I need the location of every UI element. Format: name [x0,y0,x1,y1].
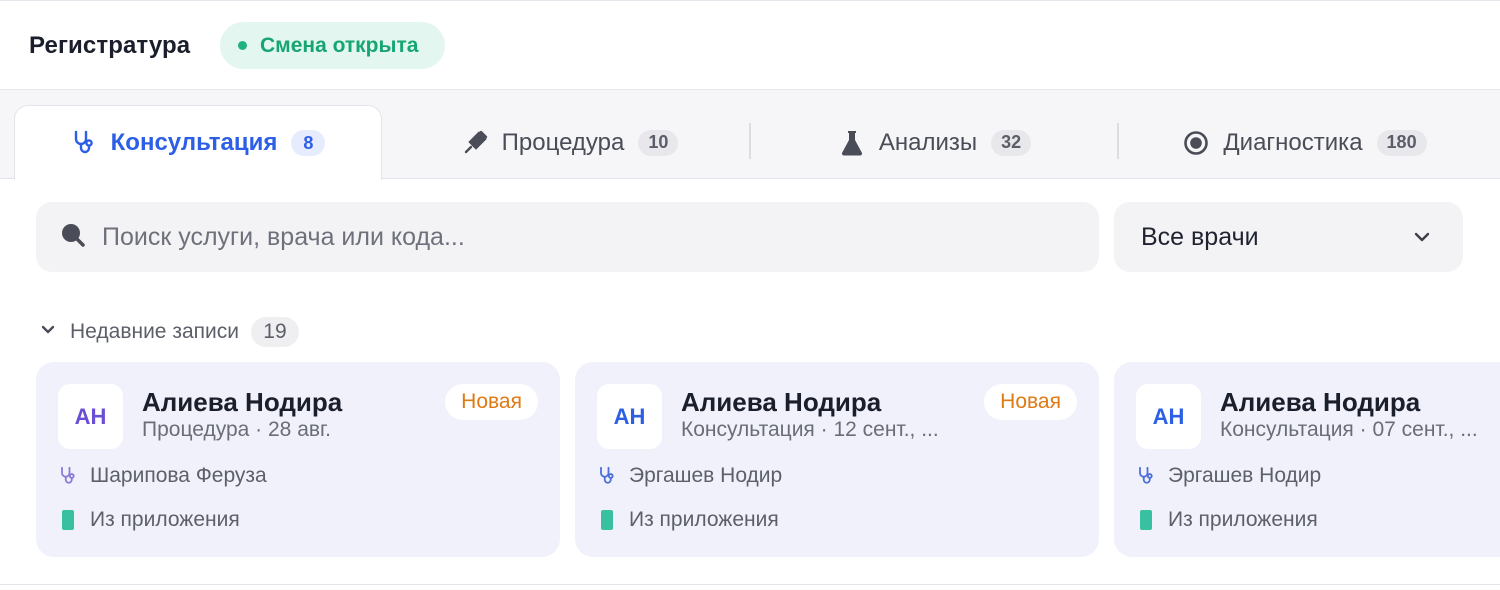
recent-section-label: Недавние записи [70,320,239,343]
avatar: АН [58,384,123,449]
doctor-row: Шарипова Феруза [58,464,267,488]
tab-label: Процедура [501,128,625,156]
tab-count-badge: 180 [1376,129,1427,156]
record-subtitle: Консультация · 07 сент., ... [1220,418,1478,441]
stethoscope-icon [58,466,78,486]
search-icon [60,222,86,253]
tab-analyses[interactable]: Анализы 32 [800,105,1070,180]
record-subtitle: Процедура · 28 авг. [142,418,331,441]
tab-label: Анализы [878,128,978,156]
doctor-name: Эргашев Нодир [629,464,783,487]
divider [0,584,1500,585]
tab-count-badge: 32 [991,129,1032,156]
doctor-filter-value: Все врачи [1141,222,1259,251]
recent-record-card[interactable]: АН Алиева Нодира Консультация · 12 сент.… [575,362,1099,557]
record-source: Из приложения [90,508,240,531]
source-row: Из приложения [597,508,779,532]
recent-record-card[interactable]: АН Алиева Нодира Консультация · 07 сент.… [1114,362,1500,557]
doctor-name: Эргашев Нодир [1168,464,1322,487]
patient-name: Алиева Нодира [1220,387,1421,417]
doctor-row: Эргашев Нодир [597,464,782,488]
syringe-icon [462,130,488,156]
service-tabs: Консультация 8 Процедура 10 Анализы 32 Д… [0,90,1500,180]
tab-divider [1117,123,1119,159]
search-input[interactable] [102,222,1002,252]
source-row: Из приложения [58,508,240,532]
status-badge: Новая [984,384,1077,420]
tab-count-badge: 8 [291,130,326,156]
doctor-filter-select[interactable]: Все врачи [1114,202,1463,272]
stethoscope-icon [71,130,97,156]
target-icon [1183,130,1209,156]
stethoscope-icon [1136,466,1156,486]
shift-status-badge: Смена открыта [220,22,445,69]
tab-procedure[interactable]: Процедура 10 [420,105,720,180]
status-badge: Новая [445,384,538,420]
patient-name: Алиева Нодира [681,387,882,417]
avatar: АН [1136,384,1201,449]
doctor-row: Эргашев Нодир [1136,464,1321,488]
record-subtitle: Консультация · 12 сент., ... [681,418,939,441]
patient-name: Алиева Нодира [142,387,343,417]
page-title: Регистратура [29,32,191,59]
tab-divider [749,123,751,159]
phone-icon [58,510,78,530]
recent-count-badge: 19 [250,317,299,347]
tab-diagnostics[interactable]: Диагностика 180 [1150,105,1460,180]
status-dot-icon [238,41,247,50]
tab-count-badge: 10 [638,129,679,156]
phone-icon [597,510,617,530]
tab-label: Диагностика [1223,128,1363,156]
doctor-name: Шарипова Феруза [90,464,267,487]
tab-consultation[interactable]: Консультация 8 [14,105,382,180]
chevron-down-icon [40,323,56,341]
recent-record-card[interactable]: АН Алиева Нодира Процедура · 28 авг. Нов… [36,362,560,557]
avatar: АН [597,384,662,449]
top-bar: Регистратура Смена открыта [0,0,1500,90]
shift-status-text: Смена открыта [260,33,419,57]
record-source: Из приложения [629,508,779,531]
flask-icon [839,130,865,156]
stethoscope-icon [597,466,617,486]
chevron-down-icon [1413,231,1431,243]
tab-label: Консультация [110,129,278,156]
source-row: Из приложения [1136,508,1318,532]
record-source: Из приложения [1168,508,1318,531]
phone-icon [1136,510,1156,530]
recent-section-toggle[interactable]: Недавние записи 19 [40,316,299,348]
search-box [36,202,1099,272]
